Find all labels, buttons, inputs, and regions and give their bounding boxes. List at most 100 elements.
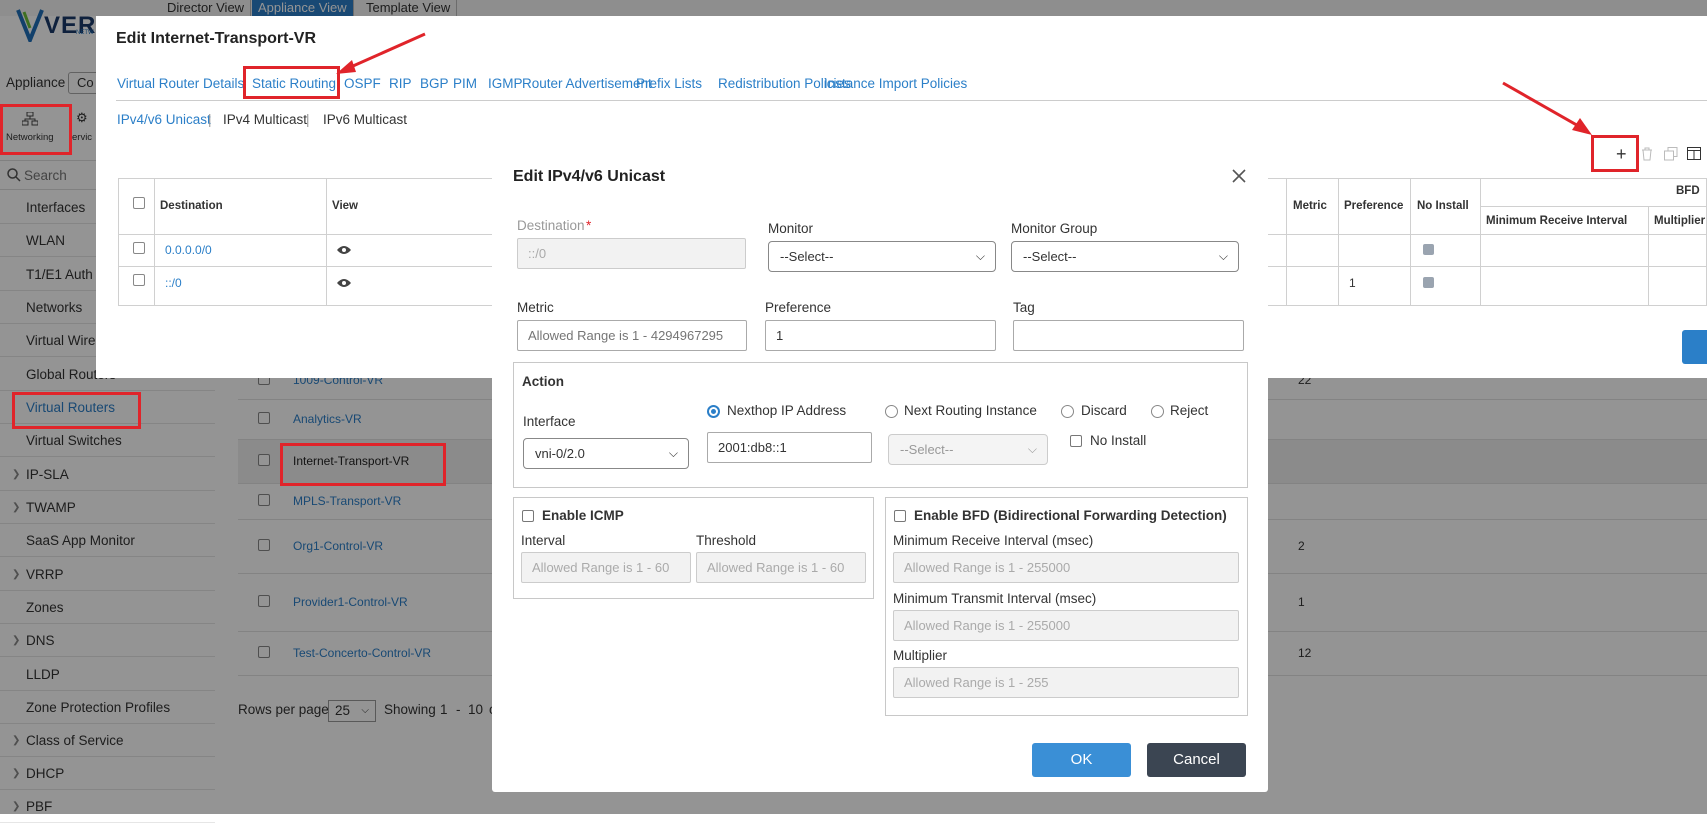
next-routing-instance-select[interactable]: --Select-- ⌵ <box>888 434 1048 465</box>
tab-prefix-lists[interactable]: Prefix Lists <box>636 76 702 91</box>
interval-label: Interval <box>521 533 566 548</box>
chevron-down-icon: ⌵ <box>1027 442 1037 456</box>
no-install-checkbox <box>1423 277 1434 288</box>
subtab-ipv4-multicast[interactable]: IPv4 Multicast <box>223 112 307 127</box>
row-checkbox[interactable] <box>133 242 145 254</box>
subtab-separator: | <box>208 112 212 127</box>
edit-panel-title: Edit Internet-Transport-VR <box>116 30 317 47</box>
route-preference: 1 <box>1349 276 1356 290</box>
col-multiplier: Multiplier <box>1654 215 1706 227</box>
enable-bfd-label: Enable BFD (Bidirectional Forwarding Det… <box>914 508 1227 523</box>
nexthop-radio[interactable] <box>707 405 720 418</box>
tag-label: Tag <box>1013 300 1035 315</box>
col-divider <box>154 178 155 306</box>
preference-input[interactable]: 1 <box>765 320 996 351</box>
ok-button[interactable]: OK <box>1032 743 1131 777</box>
columns-icon[interactable] <box>1687 147 1701 160</box>
col-metric: Metric <box>1293 200 1327 212</box>
next-routing-instance-value: --Select-- <box>900 442 954 457</box>
min-rx-label: Minimum Receive Interval (msec) <box>893 533 1094 548</box>
chevron-down-icon: ⌵ <box>975 249 985 263</box>
tag-input[interactable] <box>1013 320 1244 351</box>
col-divider <box>326 178 327 306</box>
col-divider <box>1648 206 1649 306</box>
next-routing-instance-radio[interactable] <box>885 405 898 418</box>
annotation-box-virtual-routers <box>12 392 141 429</box>
trash-icon[interactable] <box>1641 147 1653 161</box>
reject-label: Reject <box>1170 403 1209 418</box>
required-asterisk: * <box>586 218 592 233</box>
col-divider <box>1338 178 1339 306</box>
subtab-ipv4v6-unicast[interactable]: IPv4/v6 Unicast <box>117 112 211 127</box>
col-bfd: BFD <box>1676 185 1700 197</box>
nexthop-label: Nexthop IP Address <box>727 403 847 418</box>
col-preference: Preference <box>1344 200 1404 212</box>
route-destination-link[interactable]: 0.0.0.0/0 <box>165 243 212 257</box>
preference-label: Preference <box>765 300 832 315</box>
tab-virtual-router-details[interactable]: Virtual Router Details <box>117 76 244 91</box>
metric-label: Metric <box>517 300 554 315</box>
col-view: View <box>332 200 358 212</box>
annotation-box-add <box>1591 135 1639 172</box>
col-destination: Destination <box>160 200 223 212</box>
row-checkbox[interactable] <box>133 274 145 286</box>
no-install-label: No Install <box>1090 433 1147 448</box>
dialog-title: Edit IPv4/v6 Unicast <box>513 168 666 185</box>
interface-select[interactable]: vni-0/2.0 ⌵ <box>523 438 689 469</box>
route-destination-link[interactable]: ::/0 <box>165 276 182 290</box>
cancel-button[interactable]: Cancel <box>1147 743 1246 777</box>
min-tx-label: Minimum Transmit Interval (msec) <box>893 591 1097 606</box>
eye-icon[interactable] <box>336 245 352 255</box>
edit-unicast-dialog: Edit IPv4/v6 Unicast Destination * ::/0 … <box>492 152 1268 792</box>
enable-icmp-label: Enable ICMP <box>542 508 624 523</box>
tab-router-advertisement[interactable]: Router Advertisement <box>522 76 652 91</box>
multiplier-label: Multiplier <box>893 648 948 663</box>
tab-pim[interactable]: PIM <box>453 76 477 91</box>
discard-radio[interactable] <box>1061 405 1074 418</box>
clone-icon[interactable] <box>1664 147 1678 161</box>
nexthop-input[interactable]: 2001:db8::1 <box>707 432 872 463</box>
reject-radio[interactable] <box>1151 405 1164 418</box>
min-rx-input[interactable]: Allowed Range is 1 - 255000 <box>893 552 1239 583</box>
action-section <box>513 362 1248 488</box>
threshold-input[interactable]: Allowed Range is 1 - 60 <box>696 552 866 583</box>
enable-icmp-checkbox[interactable] <box>522 510 534 522</box>
destination-label: Destination <box>517 218 585 233</box>
next-routing-instance-label: Next Routing Instance <box>904 403 1037 418</box>
panel-ok-button[interactable] <box>1682 330 1707 364</box>
min-tx-input[interactable]: Allowed Range is 1 - 255000 <box>893 610 1239 641</box>
enable-bfd-checkbox[interactable] <box>894 510 906 522</box>
annotation-arrow-icon <box>1502 81 1592 135</box>
close-icon[interactable] <box>1231 168 1247 184</box>
monitor-group-select[interactable]: --Select-- ⌵ <box>1011 241 1239 272</box>
multiplier-input[interactable]: Allowed Range is 1 - 255 <box>893 667 1239 698</box>
threshold-label: Threshold <box>696 533 757 548</box>
destination-input[interactable]: ::/0 <box>517 238 746 269</box>
bfd-header-divider <box>1480 206 1707 207</box>
tabs-divider <box>116 100 1707 101</box>
monitor-group-select-value: --Select-- <box>1023 249 1077 264</box>
annotation-box-internet-transport <box>280 443 446 486</box>
interval-input[interactable]: Allowed Range is 1 - 60 <box>521 552 691 583</box>
monitor-select[interactable]: --Select-- ⌵ <box>768 241 996 272</box>
subtab-ipv6-multicast[interactable]: IPv6 Multicast <box>323 112 407 127</box>
interface-label: Interface <box>523 414 576 429</box>
eye-icon[interactable] <box>336 278 352 288</box>
annotation-box-static-routing <box>243 66 340 99</box>
no-install-checkbox[interactable] <box>1070 435 1082 447</box>
subtab-separator: | <box>306 112 310 127</box>
col-divider <box>1286 178 1287 306</box>
select-all-checkbox[interactable] <box>133 197 145 209</box>
col-min-rx: Minimum Receive Interval <box>1486 215 1628 227</box>
tab-igmp[interactable]: IGMP <box>488 76 523 91</box>
tab-instance-import-policies[interactable]: Instance Import Policies <box>824 76 967 91</box>
action-heading: Action <box>522 374 564 389</box>
col-divider <box>1480 178 1481 306</box>
chevron-down-icon: ⌵ <box>1218 249 1228 263</box>
metric-input[interactable] <box>517 320 747 351</box>
col-divider <box>1410 178 1411 306</box>
annotation-box-networking <box>0 104 72 155</box>
chevron-down-icon: ⌵ <box>668 446 678 460</box>
annotation-arrow-icon <box>336 32 426 74</box>
monitor-group-label: Monitor Group <box>1011 221 1098 236</box>
